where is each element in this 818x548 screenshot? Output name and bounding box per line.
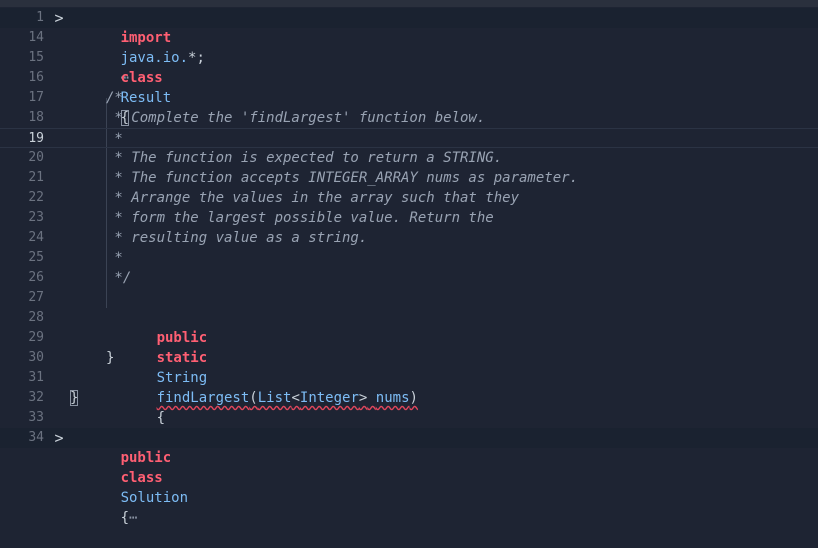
line-number: 16 bbox=[28, 70, 44, 85]
comment-text: */ bbox=[106, 270, 132, 286]
line-number: 29 bbox=[28, 330, 44, 345]
code-line-19-active[interactable]: 19 * bbox=[0, 128, 818, 148]
editor-tab-bar bbox=[0, 0, 818, 7]
line-number: 28 bbox=[28, 310, 44, 325]
line-number: 19 bbox=[28, 131, 44, 146]
line-number: 30 bbox=[28, 350, 44, 365]
comment-text: * Arrange the values in the array such t… bbox=[106, 190, 520, 206]
code-line-24[interactable]: 24 * resulting value as a string. bbox=[0, 228, 818, 248]
comment-text: * The function is expected to return a S… bbox=[106, 150, 503, 166]
open-brace: { bbox=[120, 510, 130, 526]
code-line-32[interactable]: 32 } bbox=[0, 388, 818, 408]
chevron-right-icon[interactable]: > bbox=[52, 428, 66, 448]
class-name-solution: Solution bbox=[120, 490, 189, 506]
line-number: 25 bbox=[28, 250, 44, 265]
code-line-30[interactable]: 30 } bbox=[0, 348, 818, 368]
class-close-brace: } bbox=[70, 390, 79, 406]
chevron-right-icon[interactable]: > bbox=[52, 8, 66, 28]
line-number: 31 bbox=[28, 370, 44, 385]
line-number: 18 bbox=[28, 110, 44, 125]
code-line-23[interactable]: 23 * form the largest possible value. Re… bbox=[0, 208, 818, 228]
code-line-33[interactable]: 33 bbox=[0, 408, 818, 428]
keyword-class: class bbox=[120, 470, 163, 486]
code-line-16[interactable]: 16 bbox=[0, 68, 818, 88]
comment-text: * bbox=[106, 250, 123, 266]
line-number: 33 bbox=[28, 410, 44, 425]
code-editor[interactable]: 1 > import java.io.*; ⋯ 14 15 class Resu… bbox=[0, 8, 818, 526]
line-number: 22 bbox=[28, 190, 44, 205]
keyword-public: public bbox=[120, 450, 172, 466]
code-line-27[interactable]: 27 bbox=[0, 288, 818, 308]
ellipsis-icon[interactable]: ⋯ bbox=[129, 510, 137, 526]
comment-text: * form the largest possible value. Retur… bbox=[106, 210, 494, 226]
code-line-26[interactable]: 26 */ bbox=[0, 268, 818, 288]
line-number: 23 bbox=[28, 210, 44, 225]
line-number: 17 bbox=[28, 90, 44, 105]
comment-text: * bbox=[106, 131, 123, 147]
code-line-22[interactable]: 22 * Arrange the values in the array suc… bbox=[0, 188, 818, 208]
comment-text: * Complete the 'findLargest' function be… bbox=[106, 110, 486, 126]
comment-text: * resulting value as a string. bbox=[106, 230, 368, 246]
code-line-17[interactable]: 17 /* bbox=[0, 88, 818, 108]
line-number: 32 bbox=[28, 390, 44, 405]
line-number: 24 bbox=[28, 230, 44, 245]
line-number: 26 bbox=[28, 270, 44, 285]
code-line-20[interactable]: 20 * The function is expected to return … bbox=[0, 148, 818, 168]
code-line-31[interactable]: 31 bbox=[0, 368, 818, 388]
code-line-14[interactable]: 14 bbox=[0, 28, 818, 48]
comment-text: /* bbox=[106, 90, 123, 106]
line-number: 15 bbox=[28, 50, 44, 65]
code-line-18[interactable]: 18 * Complete the 'findLargest' function… bbox=[0, 108, 818, 128]
line-number: 27 bbox=[28, 290, 44, 305]
method-close-brace: } bbox=[106, 350, 115, 366]
code-line-15[interactable]: 15 class Result { bbox=[0, 48, 818, 126]
code-line-29[interactable]: 29 bbox=[0, 328, 818, 348]
line-number: 14 bbox=[28, 30, 44, 45]
comment-text: * The function accepts INTEGER_ARRAY num… bbox=[106, 170, 579, 186]
code-line-25[interactable]: 25 * bbox=[0, 248, 818, 268]
code-line-21[interactable]: 21 * The function accepts INTEGER_ARRAY … bbox=[0, 168, 818, 188]
code-line-1[interactable]: 1 > import java.io.*; ⋯ bbox=[0, 8, 818, 86]
line-number: 20 bbox=[28, 150, 44, 165]
line-number: 1 bbox=[36, 10, 44, 25]
code-line-28[interactable]: 28 public static String findLargest(List… bbox=[0, 308, 818, 426]
line-number: 21 bbox=[28, 170, 44, 185]
line-number: 34 bbox=[28, 430, 44, 445]
code-line-34[interactable]: 34 > public class Solution {⋯ bbox=[0, 428, 818, 526]
